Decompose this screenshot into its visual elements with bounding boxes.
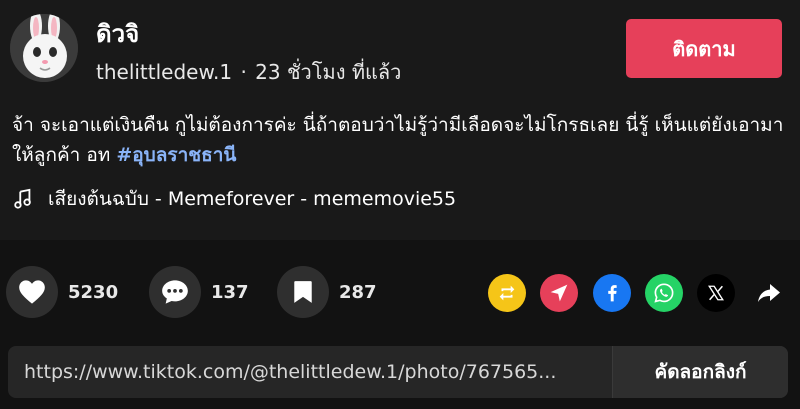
- comment-action[interactable]: 137: [149, 266, 249, 318]
- share-arrow-icon: [758, 284, 780, 302]
- like-count: 5230: [68, 281, 119, 303]
- repost-button[interactable]: [488, 274, 526, 312]
- link-copy-row: https://www.tiktok.com/@thelittledew.1/p…: [8, 346, 788, 398]
- copy-link-button[interactable]: คัดลอกลิงก์: [612, 346, 788, 398]
- music-note-icon: [14, 188, 31, 209]
- action-bar: 5230 137 287: [0, 262, 800, 322]
- music-link[interactable]: เสียงต้นฉบับ - Memeforever - mememovie55: [12, 184, 456, 214]
- follow-button[interactable]: ติดตาม: [626, 19, 782, 78]
- whatsapp-button[interactable]: [645, 274, 683, 312]
- save-count: 287: [339, 281, 377, 303]
- repost-icon: [499, 285, 515, 301]
- send-icon: [550, 284, 568, 302]
- username[interactable]: thelittledew.1: [96, 60, 232, 84]
- facebook-button[interactable]: [593, 274, 631, 312]
- bookmark-icon: [294, 281, 312, 303]
- hashtag-link[interactable]: #อุบลราชธานี: [116, 144, 236, 166]
- post-info-card: ดิวจิ thelittledew.1 · 23 ชั่วโมง ที่แล้…: [0, 0, 800, 240]
- save-button[interactable]: [277, 266, 329, 318]
- more-share-button[interactable]: [750, 274, 788, 312]
- x-share-button[interactable]: [697, 274, 735, 312]
- separator: ·: [240, 60, 247, 84]
- comment-count: 137: [211, 281, 249, 303]
- save-action[interactable]: 287: [277, 266, 377, 318]
- like-button[interactable]: [6, 266, 58, 318]
- avatar[interactable]: [10, 14, 78, 82]
- display-name[interactable]: ดิวจิ: [96, 14, 139, 53]
- like-action[interactable]: 5230: [6, 266, 118, 318]
- whatsapp-icon: [654, 283, 674, 303]
- send-button[interactable]: [540, 274, 578, 312]
- share-url[interactable]: https://www.tiktok.com/@thelittledew.1/p…: [24, 346, 614, 398]
- music-title: เสียงต้นฉบับ - Memeforever - mememovie55: [48, 188, 457, 210]
- caption: จ้า จะเอาแต่เงินคืน กูไม่ต้องการค่ะ นี่ถ…: [12, 110, 792, 170]
- author-meta: thelittledew.1 · 23 ชั่วโมง ที่แล้ว: [96, 56, 401, 88]
- heart-icon: [19, 280, 45, 304]
- post-time: 23 ชั่วโมง ที่แล้ว: [255, 60, 402, 84]
- comment-icon: [162, 280, 188, 304]
- comment-button[interactable]: [149, 266, 201, 318]
- x-icon: [708, 285, 724, 301]
- facebook-icon: [608, 285, 617, 302]
